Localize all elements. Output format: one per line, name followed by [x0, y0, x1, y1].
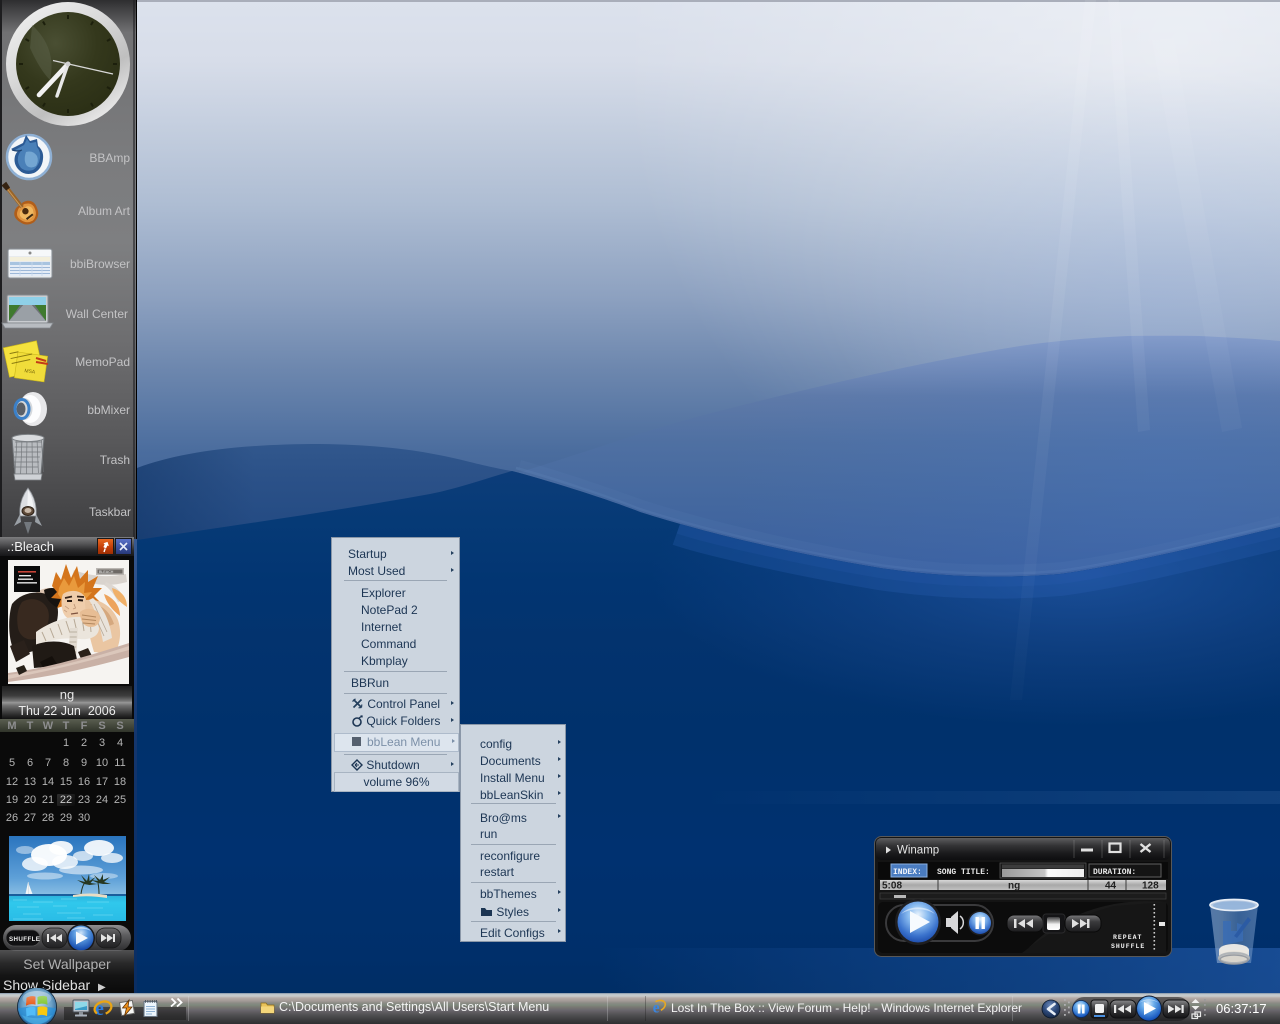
- svg-text:44: 44: [1105, 881, 1117, 892]
- svg-text:ng: ng: [1008, 881, 1020, 892]
- svg-text:INDEX:: INDEX:: [893, 868, 922, 877]
- svg-text:SHUFFLE: SHUFFLE: [1111, 943, 1145, 950]
- svg-text:REPEAT: REPEAT: [1113, 934, 1142, 941]
- svg-text:128: 128: [1142, 881, 1159, 892]
- svg-text:DURATION:: DURATION:: [1093, 868, 1136, 877]
- svg-text:5:08: 5:08: [882, 881, 902, 892]
- svg-text:SHUFFLE: SHUFFLE: [9, 936, 40, 943]
- svg-text:SONG TITLE:: SONG TITLE:: [937, 868, 990, 877]
- svg-text:BLEACH: BLEACH: [99, 570, 114, 574]
- svg-text:Winamp: Winamp: [897, 845, 939, 857]
